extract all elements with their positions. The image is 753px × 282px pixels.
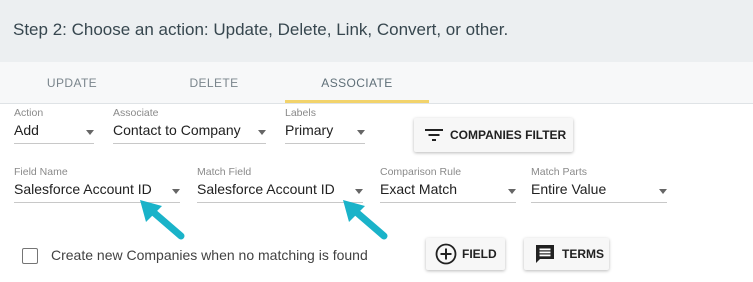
match-field-value: Salesforce Account ID	[197, 181, 335, 197]
labels-label: Labels	[285, 107, 316, 119]
match-field-label: Match Field	[197, 166, 252, 178]
associate-value: Contact to Company	[113, 122, 241, 138]
chevron-down-icon	[659, 189, 667, 194]
terms-button[interactable]: TERMS	[524, 238, 609, 270]
field-name-value: Salesforce Account ID	[14, 181, 152, 197]
comparison-rule-label: Comparison Rule	[380, 166, 462, 178]
chevron-down-icon	[172, 189, 180, 194]
add-circle-icon	[435, 243, 457, 265]
associate-label: Associate	[113, 107, 159, 119]
chevron-down-icon	[357, 130, 365, 135]
terms-label: TERMS	[562, 247, 604, 261]
match-parts-label: Match Parts	[531, 166, 588, 178]
match-parts-value: Entire Value	[531, 181, 607, 197]
labels-value: Primary	[285, 122, 334, 138]
comparison-rule-value: Exact Match	[380, 181, 458, 197]
comparison-rule-select[interactable]: Exact Match	[380, 180, 516, 203]
step-header: Step 2: Choose an action: Update, Delete…	[0, 0, 753, 63]
annotation-arrow-icon	[343, 200, 388, 240]
action-select[interactable]: Add	[14, 121, 94, 144]
active-tab-indicator	[285, 100, 429, 103]
chevron-down-icon	[508, 189, 516, 194]
tab-update[interactable]: UPDATE	[0, 62, 144, 103]
chevron-down-icon	[86, 130, 94, 135]
chevron-down-icon	[258, 130, 266, 135]
companies-filter-button[interactable]: COMPANIES FILTER	[414, 118, 573, 152]
chevron-down-icon	[355, 189, 363, 194]
tab-associate[interactable]: ASSOCIATE	[285, 62, 429, 103]
labels-select[interactable]: Primary	[285, 121, 365, 144]
action-label: Action	[14, 107, 44, 119]
match-parts-select[interactable]: Entire Value	[531, 180, 667, 203]
filter-icon	[425, 128, 443, 142]
associate-select[interactable]: Contact to Company	[113, 121, 266, 144]
tab-delete[interactable]: DELETE	[142, 62, 286, 103]
add-field-label: FIELD	[462, 247, 497, 261]
annotation-arrow-icon	[140, 200, 185, 240]
step-title: Step 2: Choose an action: Update, Delete…	[13, 20, 509, 39]
create-new-companies-checkbox[interactable]	[22, 248, 38, 264]
action-value: Add	[14, 122, 39, 138]
tab-bar: UPDATE DELETE ASSOCIATE	[0, 62, 753, 104]
companies-filter-label: COMPANIES FILTER	[450, 128, 567, 142]
comment-icon	[534, 243, 556, 265]
create-new-companies-label: Create new Companies when no matching is…	[51, 247, 368, 263]
add-field-button[interactable]: FIELD	[426, 238, 505, 270]
match-field-select[interactable]: Salesforce Account ID	[197, 180, 363, 203]
field-name-label: Field Name	[14, 166, 68, 178]
